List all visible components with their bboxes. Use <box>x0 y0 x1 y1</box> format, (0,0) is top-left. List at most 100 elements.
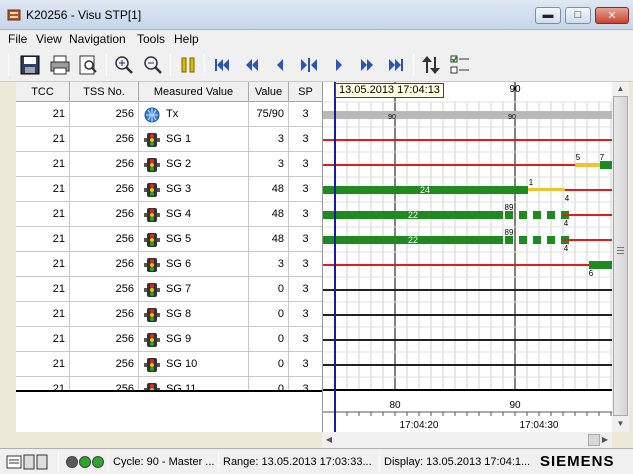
menu-tools[interactable]: Tools <box>137 32 165 46</box>
status-led-icon <box>92 456 104 468</box>
menu-navigation[interactable]: Navigation <box>69 32 126 46</box>
menu-help[interactable]: Help <box>174 32 199 46</box>
traffic-light-icon <box>144 333 160 347</box>
sp-cell: 3 <box>302 333 309 345</box>
sg5-green-dash <box>505 236 513 244</box>
signal-table[interactable]: TCC TSS No. Measured Value Value SP 21 25… <box>16 82 322 390</box>
save-icon[interactable] <box>18 53 42 77</box>
time-axis-label: 17:04:20 <box>400 420 439 431</box>
vertical-scroll-thumb[interactable] <box>613 96 628 416</box>
header-sp[interactable]: SP <box>289 82 322 102</box>
status-bar: Cycle: 90 - Master ... Range: 13.05.2013… <box>0 448 633 474</box>
step-back-icon[interactable] <box>268 53 292 77</box>
table-row[interactable]: 21 256 SG 9 0 3 <box>16 327 322 352</box>
measured-value-cell: SG 3 <box>139 177 249 202</box>
sg3-label: 4 <box>565 194 570 203</box>
print-preview-icon[interactable] <box>76 53 100 77</box>
value-cell: 0 <box>249 277 289 302</box>
signal-name: SG 3 <box>166 183 192 195</box>
menu-file[interactable]: File <box>8 32 27 46</box>
axis-area <box>323 390 613 432</box>
sg6-label: 6 <box>589 269 594 278</box>
sg3-label: 24 <box>420 185 430 195</box>
sg5-green-dash <box>547 236 555 244</box>
header-measured-value[interactable]: Measured Value <box>139 82 249 102</box>
status-cycle: Cycle: 90 - Master ... <box>113 456 215 468</box>
table-footer-area <box>16 390 322 432</box>
tcc-cell: 21 <box>16 102 70 127</box>
signal-name: SG 6 <box>166 258 192 270</box>
timeline-chart[interactable]: 90 90 90 5 7 24 1 4 22 89 4 22 89 4 6 80 90 17:04:20 17:04… <box>322 82 613 432</box>
minimize-button[interactable]: ▬ <box>535 7 561 24</box>
traffic-light-icon <box>144 183 160 197</box>
go-first-icon[interactable] <box>210 53 234 77</box>
sg4-green-dash <box>547 211 555 219</box>
table-row[interactable]: 21 256 SG 7 0 3 <box>16 277 322 302</box>
scroll-down-icon[interactable]: ▼ <box>612 419 629 428</box>
table-row[interactable]: 21 256 Tx 75/90 3 <box>16 102 322 127</box>
table-row[interactable]: 21 256 SG 3 48 3 <box>16 177 322 202</box>
horizontal-scroll-thumb[interactable] <box>588 434 600 446</box>
signal-name: SG 4 <box>166 208 192 220</box>
checklist-icon[interactable] <box>448 53 472 77</box>
table-row[interactable]: 21 256 SG 2 3 3 <box>16 152 322 177</box>
zoom-in-icon[interactable] <box>112 53 136 77</box>
table-row[interactable]: 21 256 SG 5 48 3 <box>16 227 322 252</box>
value-cell: 48 <box>249 177 289 202</box>
value-cell: 0 <box>249 377 289 390</box>
sp-cell: 3 <box>302 183 309 195</box>
fast-forward-icon[interactable] <box>355 53 379 77</box>
sort-icon[interactable] <box>419 53 443 77</box>
tcc-cell: 21 <box>16 202 70 227</box>
sg4-green-dash <box>519 211 527 219</box>
header-tcc[interactable]: TCC <box>16 82 70 102</box>
toolbar-grip <box>8 54 9 76</box>
status-separator <box>108 452 109 472</box>
value-cell: 48 <box>249 227 289 252</box>
value-cell: 3 <box>249 252 289 277</box>
scroll-right-icon[interactable]: ▶ <box>600 435 610 444</box>
value-cell: 0 <box>249 302 289 327</box>
tss-cell: 256 <box>70 127 139 152</box>
signal-name: SG 5 <box>166 233 192 245</box>
menu-view[interactable]: View <box>36 32 62 46</box>
step-forward-icon[interactable] <box>327 53 351 77</box>
scroll-left-icon[interactable]: ◀ <box>324 435 334 444</box>
sp-cell: 3 <box>302 383 309 390</box>
tss-cell: 256 <box>70 202 139 227</box>
fast-back-icon[interactable] <box>240 53 264 77</box>
sg2-label: 5 <box>576 153 581 162</box>
horizontal-scrollbar[interactable]: ◀ ▶ <box>322 432 612 448</box>
sg4-label: 4 <box>564 219 569 228</box>
vertical-scrollbar[interactable]: ▲ ▼ <box>612 82 629 432</box>
traffic-light-icon <box>144 383 160 390</box>
toolbar-separator <box>413 54 414 76</box>
go-cursor-icon[interactable] <box>297 53 321 77</box>
maximize-button[interactable]: □ <box>565 7 591 24</box>
value-cell: 48 <box>249 202 289 227</box>
close-icon: ✕ <box>607 10 617 22</box>
table-row[interactable]: 21 256 SG 8 0 3 <box>16 302 322 327</box>
table-row[interactable]: 21 256 SG 4 48 3 <box>16 202 322 227</box>
table-row[interactable]: 21 256 SG 10 0 3 <box>16 352 322 377</box>
header-value[interactable]: Value <box>249 82 289 102</box>
print-icon[interactable] <box>48 53 72 77</box>
value-cell: 0 <box>249 327 289 352</box>
table-row[interactable]: 21 256 SG 6 3 3 <box>16 252 322 277</box>
sg4-green-dash <box>533 211 541 219</box>
table-row[interactable]: 21 256 SG 11 0 3 <box>16 377 322 390</box>
tss-cell: 256 <box>70 177 139 202</box>
header-tss-no[interactable]: TSS No. <box>70 82 139 102</box>
pause-icon[interactable] <box>176 53 200 77</box>
title-bar[interactable]: K20256 - Visu STP[1] ▬ □ ✕ <box>0 0 633 30</box>
sp-cell: 3 <box>302 208 309 220</box>
go-last-icon[interactable] <box>384 53 408 77</box>
tss-cell: 256 <box>70 102 139 127</box>
close-button[interactable]: ✕ <box>595 7 629 24</box>
measured-value-cell: SG 10 <box>139 352 249 377</box>
status-separator <box>58 452 59 472</box>
value-cell: 3 <box>249 152 289 177</box>
table-row[interactable]: 21 256 SG 1 3 3 <box>16 127 322 152</box>
zoom-out-icon[interactable] <box>141 53 165 77</box>
scroll-up-icon[interactable]: ▲ <box>612 84 629 93</box>
